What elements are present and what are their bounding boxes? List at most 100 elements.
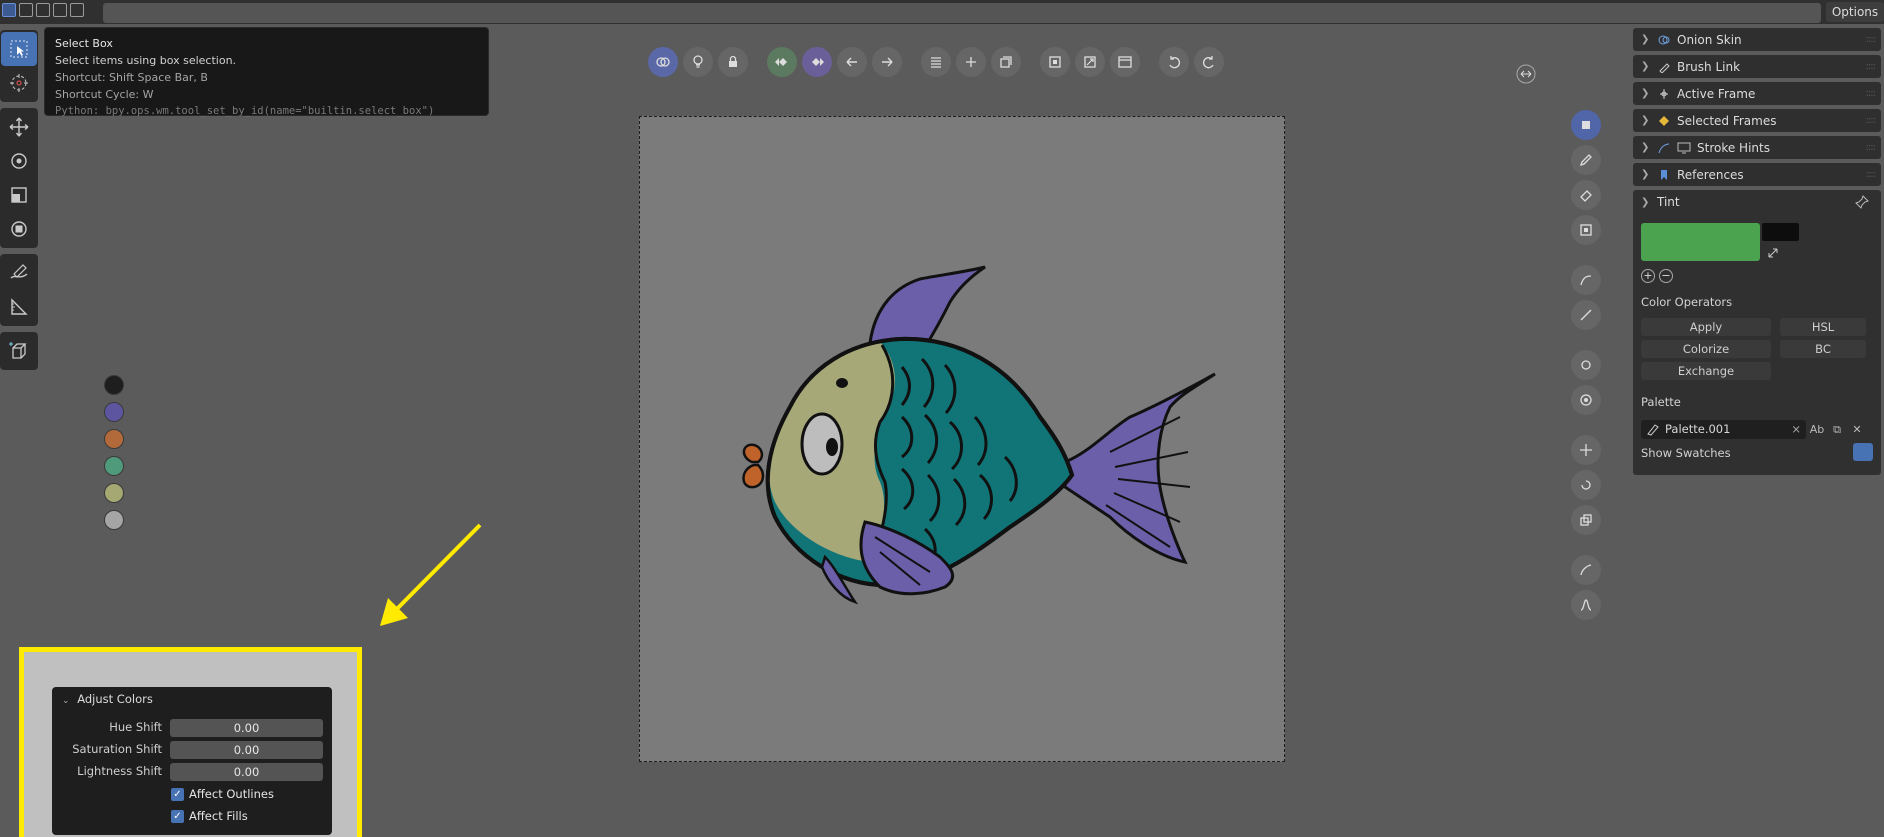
exchange-button[interactable]: Exchange <box>1641 362 1771 380</box>
nav-fill-button[interactable] <box>1571 215 1601 245</box>
cursor-icon <box>10 74 28 92</box>
grip-icon[interactable]: :::: <box>1866 142 1877 153</box>
grip-icon[interactable]: :::: <box>1866 88 1877 99</box>
plus-icon <box>966 57 976 67</box>
add-button[interactable] <box>956 47 986 77</box>
new-palette-icon[interactable]: ⧉ <box>1829 420 1845 439</box>
add-color-icon[interactable]: + <box>1641 269 1655 283</box>
tint-header[interactable]: ❯ Tint <box>1641 190 1873 214</box>
drawing-canvas[interactable] <box>639 116 1285 762</box>
secondary-color-swatch[interactable] <box>1762 223 1799 241</box>
copy-icon <box>1580 514 1592 526</box>
chevron-down-icon: ❯ <box>1641 196 1650 208</box>
colorize-button[interactable]: Colorize <box>1641 340 1771 358</box>
hsl-button[interactable]: HSL <box>1780 318 1866 336</box>
section-brush-link[interactable]: ❯ Brush Link :::: <box>1633 55 1881 78</box>
palette-actions: Ab ⧉ ✕ <box>1809 420 1865 439</box>
clear-palette-icon[interactable]: × <box>1791 420 1801 439</box>
nav-erase-button[interactable] <box>1571 180 1601 210</box>
cursor-tool[interactable] <box>1 66 37 100</box>
nav-curve-button[interactable] <box>1571 265 1601 295</box>
apply-button[interactable]: Apply <box>1641 318 1771 336</box>
frame-selected-button[interactable] <box>1040 47 1070 77</box>
arrow-right-button[interactable] <box>872 47 902 77</box>
nav-move-button[interactable] <box>1571 435 1601 465</box>
nav-twist-button[interactable] <box>1571 385 1601 415</box>
show-swatches-toggle[interactable] <box>1853 443 1873 461</box>
primary-color-swatch[interactable] <box>1641 223 1760 261</box>
annotate-tool[interactable] <box>1 256 37 290</box>
nav-line-button[interactable] <box>1571 300 1601 330</box>
nav-rotate-button[interactable] <box>1571 470 1601 500</box>
lightness-shift-field[interactable]: 0.00 <box>170 763 323 781</box>
select-new-mode-icon[interactable] <box>2 3 16 17</box>
saturation-shift-field[interactable]: 0.00 <box>170 741 323 759</box>
affect-fills-checkbox[interactable]: ✓ Affect Fills <box>171 808 248 824</box>
light-button[interactable] <box>683 47 713 77</box>
redo-button[interactable] <box>1194 47 1224 77</box>
section-selected-frames[interactable]: ❯ Selected Frames :::: <box>1633 109 1881 132</box>
grip-icon[interactable]: :::: <box>1866 34 1877 45</box>
section-active-frame[interactable]: ❯ Active Frame :::: <box>1633 82 1881 105</box>
affect-outlines-checkbox[interactable]: ✓ Affect Outlines <box>171 786 274 802</box>
measure-tool[interactable] <box>1 290 37 324</box>
select-invert-mode-icon[interactable] <box>53 3 67 17</box>
section-references[interactable]: ❯ References :::: <box>1633 163 1881 186</box>
palette-swatch-purple[interactable] <box>104 402 124 422</box>
move-tool[interactable] <box>1 110 37 144</box>
nav-peak-button[interactable] <box>1571 590 1601 620</box>
nav-draw-button[interactable] <box>1571 145 1601 175</box>
remove-color-icon[interactable]: − <box>1659 269 1673 283</box>
options-button[interactable]: Options <box>1826 2 1884 22</box>
select-box-tool[interactable] <box>1 32 37 66</box>
palette-selector[interactable]: Palette.001 × <box>1641 420 1806 439</box>
grip-icon[interactable]: :::: <box>1866 169 1877 180</box>
palette-swatch-olive[interactable] <box>104 483 124 503</box>
palette-swatch-teal[interactable] <box>104 456 124 476</box>
tooltip-shortcut: Shortcut: Shift Space Bar, B <box>55 71 208 84</box>
nav-stroke-button[interactable] <box>1571 555 1601 585</box>
swap-view-button[interactable] <box>1514 63 1538 85</box>
header-field[interactable] <box>103 3 1821 23</box>
undo-button[interactable] <box>1159 47 1189 77</box>
grip-icon[interactable]: :::: <box>1866 61 1877 72</box>
add-cube-tool[interactable] <box>1 334 37 368</box>
close-icon[interactable]: ✕ <box>1849 420 1865 439</box>
chevron-right-icon: ❯ <box>1641 169 1650 180</box>
pin-icon[interactable] <box>1855 194 1869 213</box>
arrow-left-button[interactable] <box>837 47 867 77</box>
affect-outlines-label: Affect Outlines <box>189 787 274 801</box>
list-button[interactable] <box>921 47 951 77</box>
scale-tool[interactable] <box>1 178 37 212</box>
keyframe-prev-button[interactable] <box>767 47 797 77</box>
adjust-colors-header[interactable]: ⌄ Adjust Colors <box>62 692 153 706</box>
hue-shift-field[interactable]: 0.00 <box>170 719 323 737</box>
section-onion-skin[interactable]: ❯ Onion Skin :::: <box>1633 28 1881 51</box>
nav-select-button[interactable] <box>1571 110 1601 140</box>
nav-smooth-button[interactable] <box>1571 350 1601 380</box>
window-button[interactable] <box>1110 47 1140 77</box>
monitor-icon <box>1677 141 1691 155</box>
duplicate-button[interactable] <box>991 47 1021 77</box>
select-extend-mode-icon[interactable] <box>19 3 33 17</box>
select-intersect-mode-icon[interactable] <box>70 3 84 17</box>
top-header-bar: Options <box>0 0 1884 24</box>
rename-icon[interactable]: Ab <box>1809 420 1825 439</box>
select-subtract-mode-icon[interactable] <box>36 3 50 17</box>
rotate-tool[interactable] <box>1 144 37 178</box>
section-stroke-hints[interactable]: ❯ Stroke Hints :::: <box>1633 136 1881 159</box>
palette-swatch-black[interactable] <box>104 375 124 395</box>
swap-colors-icon[interactable] <box>1766 245 1780 264</box>
transform-tool[interactable] <box>1 212 37 246</box>
grip-icon[interactable]: :::: <box>1866 115 1877 126</box>
keyframe-next-button[interactable] <box>802 47 832 77</box>
lock-button[interactable] <box>718 47 748 77</box>
palette-swatch-orange[interactable] <box>104 429 124 449</box>
palette-swatch-grey[interactable] <box>104 510 124 530</box>
fullscreen-button[interactable] <box>1075 47 1105 77</box>
overlay-button[interactable] <box>648 47 678 77</box>
checkmark-icon: ✓ <box>171 787 184 801</box>
nav-copy-button[interactable] <box>1571 505 1601 535</box>
smooth-icon <box>1581 360 1591 370</box>
bc-button[interactable]: BC <box>1780 340 1866 358</box>
